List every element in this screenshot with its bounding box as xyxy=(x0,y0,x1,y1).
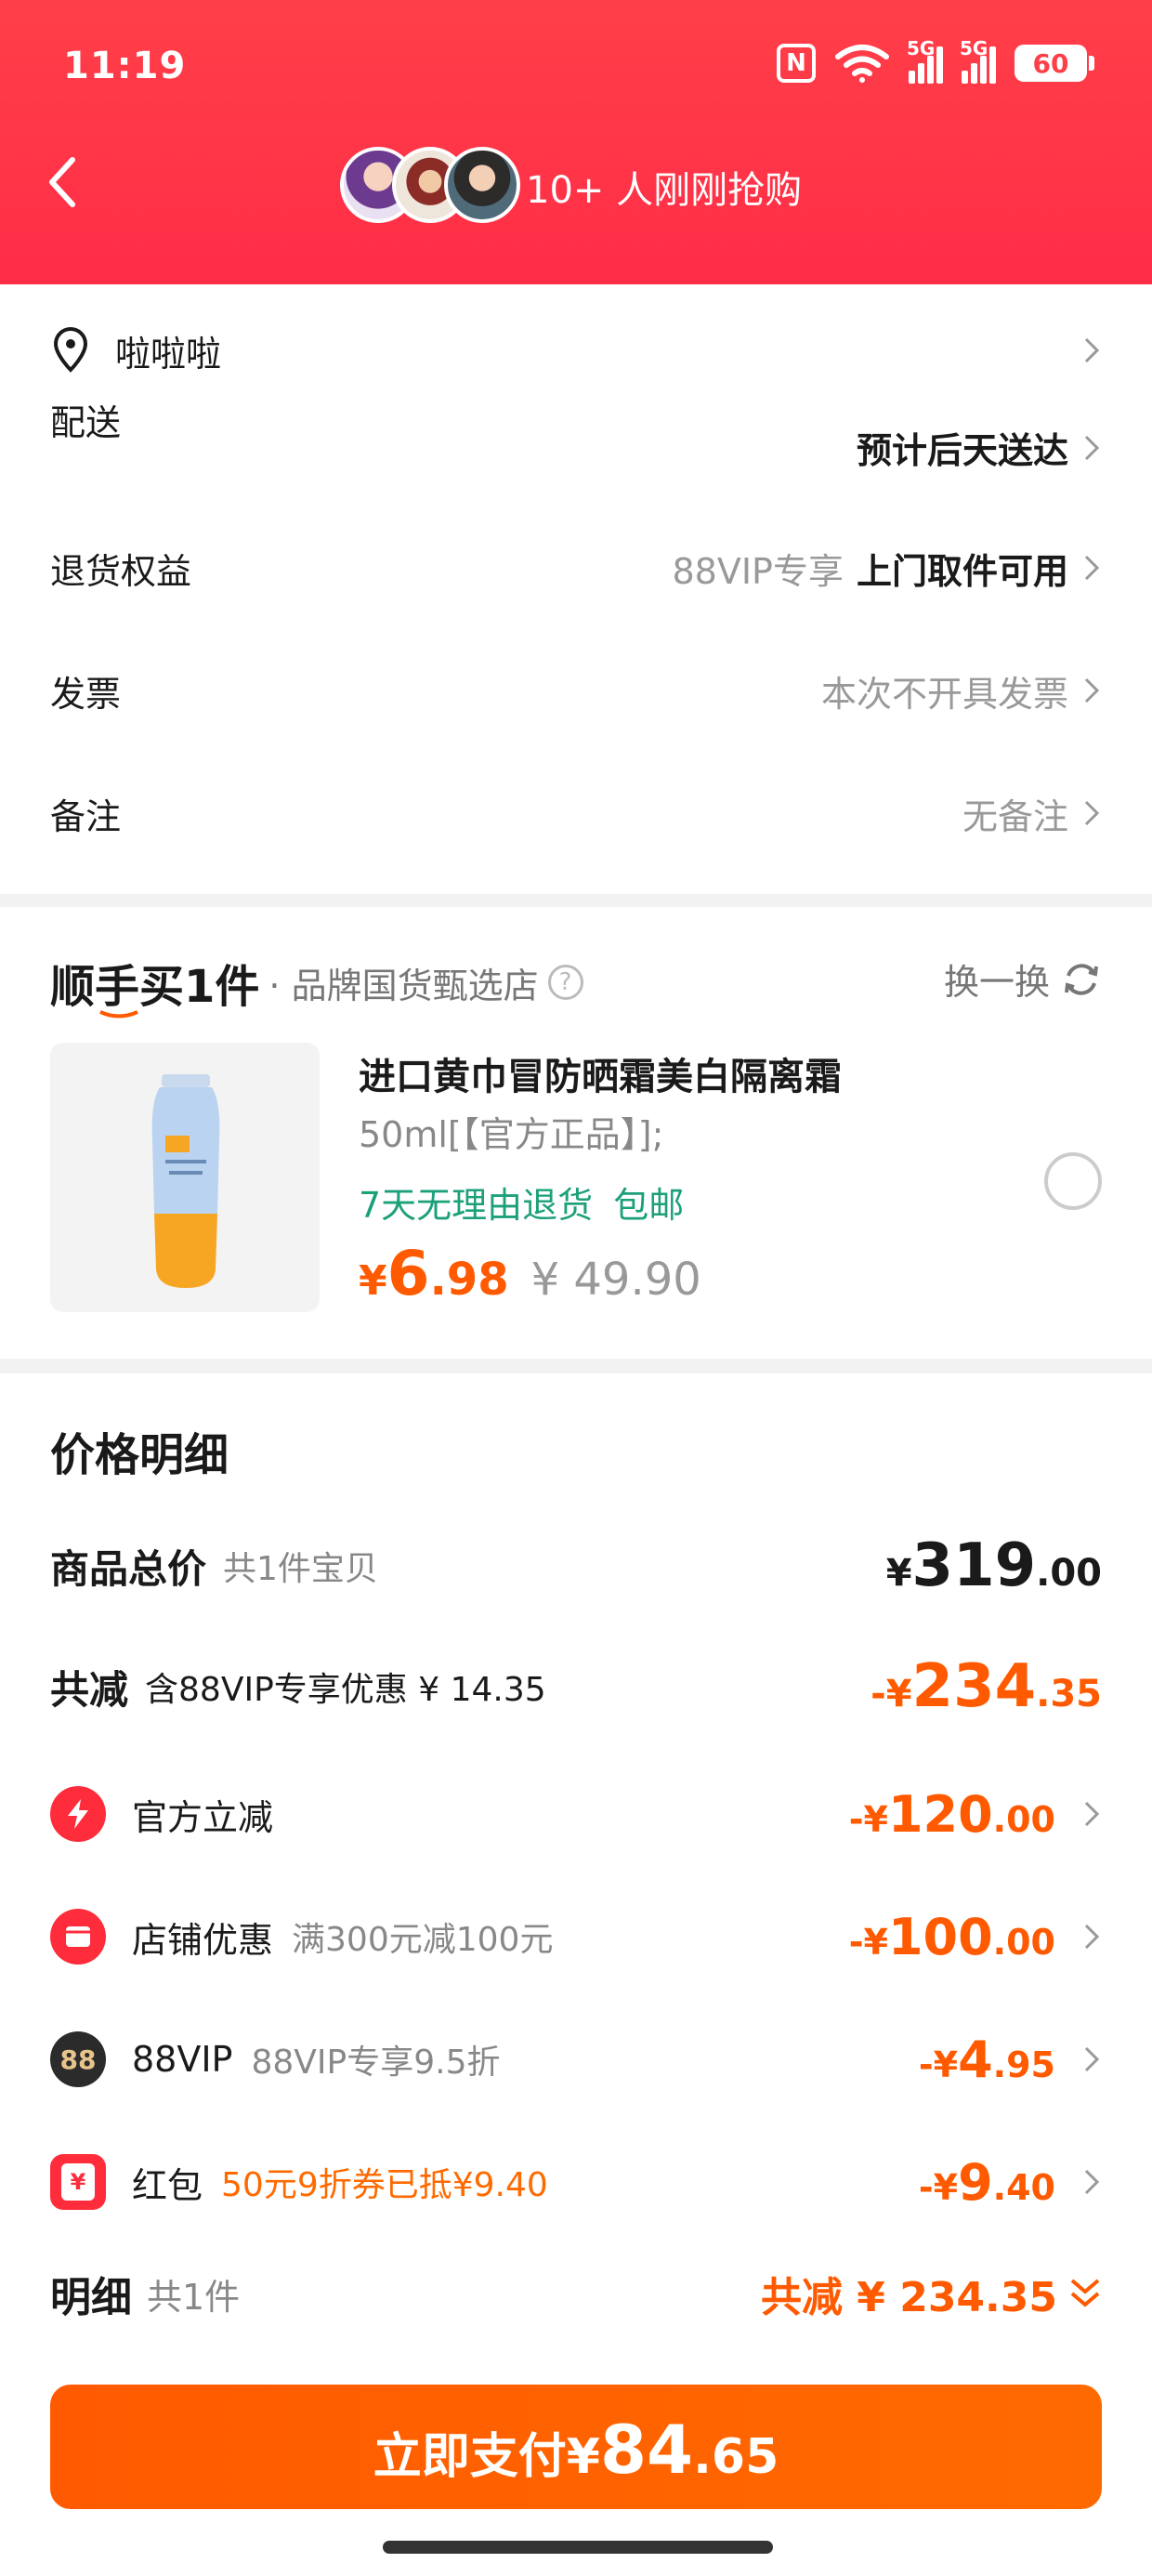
sunscreen-bottle-image xyxy=(151,1074,220,1288)
chevron-right-icon xyxy=(1084,677,1100,703)
back-button[interactable] xyxy=(39,152,85,212)
chevron-right-icon xyxy=(1084,1801,1100,1827)
add-on-title: 顺手买1件 xyxy=(50,950,259,1019)
tag-free-shipping: 包邮 xyxy=(613,1185,685,1226)
section-title: 价格明细 xyxy=(50,1429,229,1481)
select-add-on-radio[interactable] xyxy=(1044,1152,1102,1210)
discount-item-red-packet[interactable]: ¥ 红包 50元9折券已抵¥9.40 -¥ 9.40 xyxy=(50,2145,1102,2219)
total-price-row: 商品总价 共1件宝贝 ¥319.00 xyxy=(50,1524,1102,1608)
red-packet-icon: ¥ xyxy=(50,2154,106,2210)
tag-return-policy: 7天无理由退货 xyxy=(359,1185,594,1226)
delivery-value: 预计后天送达 xyxy=(856,430,1068,471)
product-spec: 50ml[【官方正品】]; xyxy=(359,1114,664,1155)
chevron-right-icon xyxy=(1084,2169,1100,2195)
delivery-row[interactable]: 配送 预计后天送达 xyxy=(50,394,1102,478)
discount-label: 共减 xyxy=(50,1666,129,1713)
product-price: ¥6.98 ¥ 49.90 xyxy=(359,1238,701,1309)
shop-icon xyxy=(50,1909,106,1965)
chevron-right-icon xyxy=(1084,800,1100,826)
discount-item-shop[interactable]: 店铺优惠 满300元减100元 -¥ 100.00 xyxy=(50,1899,1102,1974)
delivery-label: 配送 xyxy=(50,402,122,443)
shop-name: · 品牌国货甄选店 xyxy=(268,965,539,1006)
header-bar: 11:19 N 5G 5G 60 10+ 人刚刚抢购 xyxy=(0,0,1152,284)
total-sub: 共1件宝贝 xyxy=(223,1550,378,1588)
product-title[interactable]: 进口黄巾冒防晒霜美白隔离霜 xyxy=(359,1046,842,1100)
remark-label: 备注 xyxy=(50,795,122,837)
return-row[interactable]: 退货权益 88VIP专享 上门取件可用 xyxy=(50,535,1102,600)
remark-row[interactable]: 备注 无备注 xyxy=(50,781,1102,846)
vip-88-icon: 88 xyxy=(50,2031,106,2087)
total-discount-row: 共减 含88VIP专享优惠 ¥ 14.35 -¥ 234.35 xyxy=(50,1645,1102,1728)
total-amount: ¥319.00 xyxy=(885,1531,1102,1600)
total-label: 商品总价 xyxy=(50,1545,207,1592)
chevron-right-icon xyxy=(1084,1924,1100,1950)
signal-1-icon: 5G xyxy=(907,37,943,84)
detail-total: 共减 ¥ 234.35 xyxy=(760,2274,1057,2321)
smile-wave-icon xyxy=(99,1010,138,1019)
order-info-card: 啦啦啦 配送 预计后天送达 退货权益 88VIP专享 上门取件可用 发票 本次不… xyxy=(0,284,1152,894)
return-value: 上门取件可用 xyxy=(856,550,1068,592)
price-detail-card: 价格明细 商品总价 共1件宝贝 ¥319.00 共减 含88VIP专享优惠 ¥ … xyxy=(0,1373,1152,2576)
swap-button[interactable]: 换一换 xyxy=(944,953,1102,1005)
invoice-value: 本次不开具发票 xyxy=(820,673,1068,715)
remark-value: 无备注 xyxy=(962,795,1068,837)
double-chevron-down-icon xyxy=(1070,2279,1100,2307)
pay-now-button[interactable]: 立即支付 ¥84.65 xyxy=(50,2385,1102,2509)
chevron-right-icon xyxy=(1084,555,1100,581)
lightning-icon xyxy=(50,1786,106,1842)
address-text: 啦啦啦 xyxy=(115,333,222,375)
return-label: 退货权益 xyxy=(50,550,192,592)
product-image[interactable] xyxy=(50,1043,320,1312)
address-row[interactable]: 啦啦啦 xyxy=(50,318,1102,383)
chevron-left-icon xyxy=(49,157,75,207)
home-indicator[interactable] xyxy=(383,2541,773,2554)
chevron-right-icon xyxy=(1084,337,1100,363)
discount-sub: 含88VIP专享优惠 ¥ 14.35 xyxy=(145,1671,546,1709)
original-price: ¥ 49.90 xyxy=(530,1254,701,1306)
location-pin-icon xyxy=(53,327,88,373)
vip-badge-text: 88VIP专享 xyxy=(672,550,844,592)
checkout-page: 11:19 N 5G 5G 60 10+ 人刚刚抢购 啦啦啦 配送 预计后天送达… xyxy=(0,0,1152,2576)
invoice-row[interactable]: 发票 本次不开具发票 xyxy=(50,658,1102,723)
nfc-icon: N xyxy=(777,44,816,83)
status-time: 11:19 xyxy=(63,45,187,87)
detail-summary-row[interactable]: 明细 共1件 共减 ¥ 234.35 xyxy=(50,2264,1102,2323)
refresh-icon xyxy=(1065,963,1098,995)
add-on-card: 顺手买1件 · 品牌国货甄选店 ? 换一换 进口黄巾冒防晒霜美白隔离霜 50ml… xyxy=(0,907,1152,1359)
battery-icon: 60 xyxy=(1015,45,1094,82)
chevron-right-icon xyxy=(1084,435,1100,460)
buyer-avatars xyxy=(340,147,520,223)
avatar xyxy=(444,147,520,223)
wifi-icon xyxy=(834,44,890,83)
discount-item-vip[interactable]: 88 88VIP 88VIP专享9.5折 -¥ 4.95 xyxy=(50,2022,1102,2096)
invoice-label: 发票 xyxy=(50,673,122,715)
chevron-right-icon xyxy=(1084,2046,1100,2072)
discount-item-official[interactable]: 官方立减 -¥ 120.00 xyxy=(50,1777,1102,1851)
detail-sub: 共1件 xyxy=(147,2276,241,2318)
detail-label: 明细 xyxy=(50,2274,132,2321)
status-icons: N 5G 5G 60 xyxy=(777,37,1094,84)
product-tags: 7天无理由退货 包邮 xyxy=(359,1176,684,1228)
current-price: ¥6.98 xyxy=(359,1238,509,1309)
discount-amount: -¥ 234.35 xyxy=(871,1652,1102,1721)
help-icon[interactable]: ? xyxy=(547,965,583,1000)
recent-buyers-text: 10+ 人刚刚抢购 xyxy=(526,169,803,212)
signal-2-icon: 5G xyxy=(960,37,996,84)
